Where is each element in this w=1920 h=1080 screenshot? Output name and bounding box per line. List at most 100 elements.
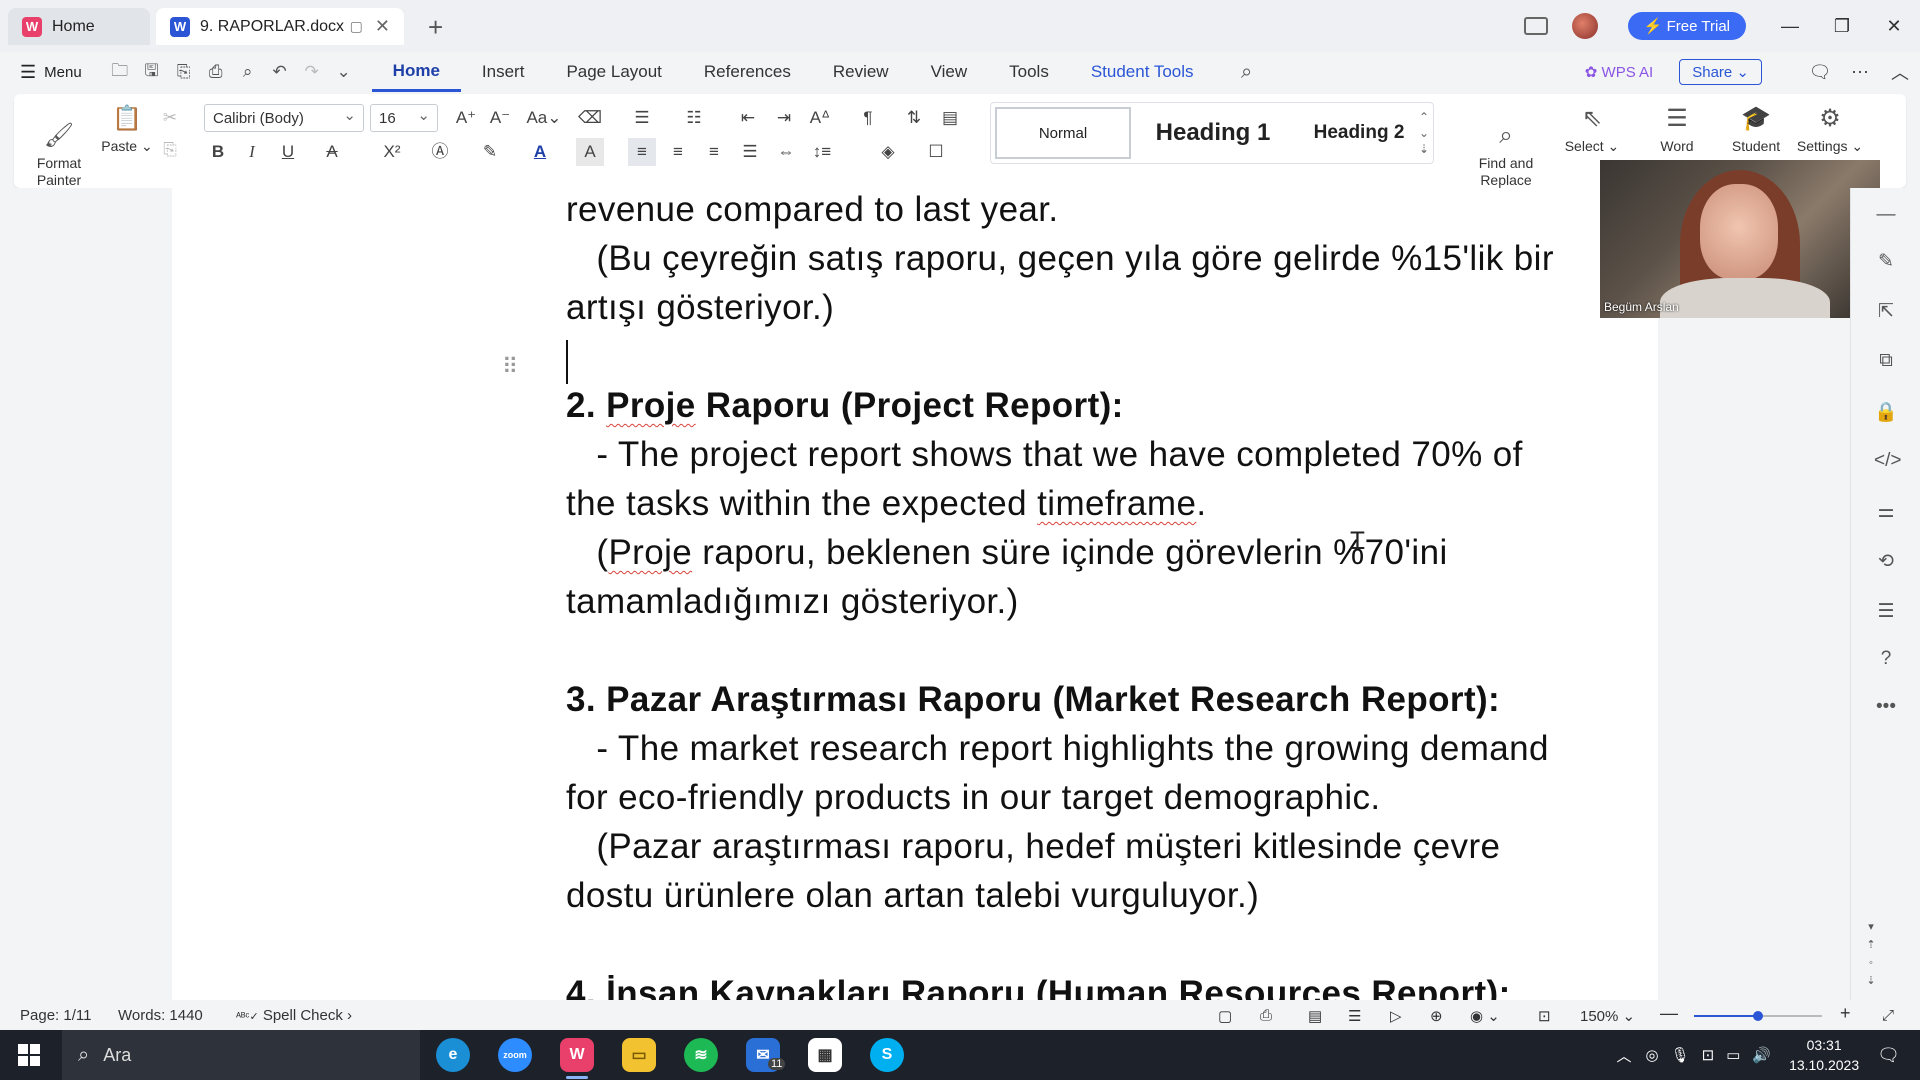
windows-start-icon[interactable] <box>18 1044 40 1066</box>
line-spacing-icon[interactable]: ↕≡ <box>808 138 836 166</box>
more-icon[interactable]: ••• <box>1874 696 1898 720</box>
search-icon[interactable]: ⌕ <box>1231 61 1263 84</box>
tab-tools[interactable]: Tools <box>988 52 1070 92</box>
student-button[interactable]: 🎓 Student <box>1718 104 1794 155</box>
new-tab-icon[interactable]: + <box>428 12 443 43</box>
comment-icon[interactable]: 🗨 <box>1800 62 1840 83</box>
chevron-up-icon[interactable]: ︿ <box>1616 1045 1631 1066</box>
close-tab-icon[interactable]: ✕ <box>375 16 390 37</box>
align-center-icon[interactable]: ≡ <box>664 138 692 166</box>
sliders-icon[interactable]: ⚌ <box>1874 500 1898 524</box>
italic-icon[interactable]: I <box>238 138 266 166</box>
document-page[interactable]: revenue compared to last year. (Bu çeyre… <box>172 188 1658 1000</box>
close-window-icon[interactable]: ✕ <box>1868 16 1920 37</box>
collapse-ribbon-icon[interactable]: ︿ <box>1880 59 1920 85</box>
tab-student-tools[interactable]: Student Tools <box>1070 52 1215 92</box>
tab-insert[interactable]: Insert <box>461 52 546 92</box>
volume-icon[interactable]: 🔊 <box>1752 1046 1771 1064</box>
camera-icon[interactable]: ◎ <box>1645 1046 1658 1064</box>
notifications-icon[interactable]: 🗨 <box>1877 1045 1900 1066</box>
edge-icon[interactable]: e <box>436 1038 470 1072</box>
style-heading-2[interactable]: Heading 2 <box>1291 107 1427 159</box>
network-icon[interactable]: ⊡ <box>1702 1046 1715 1064</box>
align-left-icon[interactable]: ≡ <box>628 138 656 166</box>
print-icon[interactable]: ⎙ <box>200 62 232 82</box>
tab-view[interactable]: View <box>910 52 989 92</box>
layout-icon[interactable] <box>1523 17 1548 35</box>
table-lines-icon[interactable]: ▤ <box>936 104 964 132</box>
microphone-icon[interactable]: 🎙 <box>1671 1046 1690 1064</box>
drag-handle-icon[interactable]: ⠿ <box>502 354 518 380</box>
font-name-select[interactable]: Calibri (Body) <box>204 104 364 132</box>
borders-icon[interactable]: ☐ <box>922 138 950 166</box>
menu-button[interactable]: ☰ Menu <box>20 62 82 83</box>
style-heading-1[interactable]: Heading 1 <box>1137 107 1289 159</box>
chevron-down-icon[interactable]: ⌄ <box>328 62 360 82</box>
minimize-icon[interactable]: — <box>1764 16 1816 37</box>
page-indicator[interactable]: Page: 1/11 <box>20 1007 91 1024</box>
tab-page-layout[interactable]: Page Layout <box>545 52 682 92</box>
shading-icon[interactable]: ◈ <box>874 138 902 166</box>
outline-icon[interactable]: ☰ <box>1874 600 1898 624</box>
spotify-icon[interactable]: ≋ <box>684 1038 718 1072</box>
spell-check-button[interactable]: ᴬᴮᶜ✓ Spell Check › <box>236 1007 352 1024</box>
tab-home-ribbon[interactable]: Home <box>371 52 461 92</box>
zoom-slider[interactable] <box>1694 1011 1822 1021</box>
settings-button[interactable]: ⚙ Settings ⌄ <box>1790 104 1870 155</box>
help-icon[interactable]: ? <box>1874 648 1898 672</box>
wps-ai-button[interactable]: ✿ WPS AI <box>1585 63 1653 81</box>
clear-format-icon[interactable]: ⌫ <box>576 104 604 132</box>
share-button[interactable]: Share ⌄ <box>1679 59 1762 85</box>
font-size-select[interactable]: 16 <box>370 104 438 132</box>
paragraph-mark-icon[interactable]: ¶ <box>854 104 882 132</box>
open-folder-icon[interactable]: 🗀 <box>104 58 136 87</box>
tab-home[interactable]: W Home <box>8 8 150 45</box>
pen-icon[interactable]: ✎ <box>1874 250 1898 274</box>
restore-icon[interactable]: ❐ <box>1816 16 1868 37</box>
fullscreen-icon[interactable]: ⤢ <box>1882 1007 1894 1024</box>
wps-office-icon[interactable]: W <box>560 1038 594 1072</box>
grow-font-icon[interactable]: A⁺ <box>452 104 480 132</box>
taskbar-search[interactable]: ⌕ Ara <box>62 1030 420 1080</box>
window-icon[interactable]: ▢ <box>350 18 363 35</box>
code-icon[interactable]: </> <box>1874 450 1901 474</box>
print-preview-icon[interactable]: ⌕ <box>232 62 264 82</box>
redo-icon[interactable]: ↷ <box>296 62 328 82</box>
change-case-icon[interactable]: Aa⌄ <box>524 104 564 132</box>
read-mode-icon[interactable]: ▢ <box>1218 1007 1232 1025</box>
decrease-indent-icon[interactable]: ⇤ <box>734 104 762 132</box>
strikethrough-icon[interactable]: A <box>318 138 346 166</box>
history-icon[interactable]: ⟲ <box>1874 550 1898 574</box>
align-right-icon[interactable]: ≡ <box>700 138 728 166</box>
word-count[interactable]: Words: 1440 <box>118 1007 203 1024</box>
store-icon[interactable]: ▦ <box>808 1038 842 1072</box>
page-mode-icon[interactable]: ⎙ <box>1260 1007 1272 1024</box>
underline-icon[interactable]: U <box>274 138 302 166</box>
select-tool-icon[interactable]: ⇱ <box>1874 300 1898 324</box>
increase-indent-icon[interactable]: ⇥ <box>770 104 798 132</box>
tab-document[interactable]: W 9. RAPORLAR.docx ▢ ✕ <box>156 8 404 45</box>
eye-protection-icon[interactable]: ◉ ⌄ <box>1470 1007 1500 1025</box>
shrink-font-icon[interactable]: A⁻ <box>486 104 514 132</box>
lock-icon[interactable]: 🔒 <box>1874 400 1898 424</box>
text-direction-icon[interactable]: Aᐞ <box>806 104 834 132</box>
format-painter-button[interactable]: 🖌 Format Painter <box>24 104 94 189</box>
bold-icon[interactable]: B <box>204 138 232 166</box>
tab-review[interactable]: Review <box>812 52 910 92</box>
styles-scroll-icon[interactable]: ⌃ ⌄ ⇣ <box>1419 109 1429 157</box>
scroll-controls-icon[interactable]: ▾ ⇡ ◦ ⇣ <box>1861 918 1881 987</box>
zoom-in-icon[interactable]: + <box>1840 1003 1851 1024</box>
battery-icon[interactable]: ▭ <box>1726 1046 1740 1064</box>
distributed-icon[interactable]: ⇔ <box>772 138 800 166</box>
zoom-out-icon[interactable]: — <box>1660 1003 1678 1024</box>
more-options-icon[interactable]: ⋯ <box>1840 62 1880 83</box>
zoom-level[interactable]: 150% ⌄ <box>1580 1007 1635 1025</box>
copy-icon[interactable]: ⎘ <box>156 136 184 164</box>
minus-icon[interactable]: — <box>1874 204 1898 228</box>
justify-icon[interactable]: ☰ <box>736 138 764 166</box>
font-color-icon[interactable]: A <box>526 138 554 166</box>
video-call-thumbnail[interactable]: Begüm Arslan <box>1600 160 1880 318</box>
character-shading-icon[interactable]: A <box>576 138 604 166</box>
copy-panel-icon[interactable]: ⧉ <box>1874 350 1898 374</box>
avatar[interactable] <box>1571 13 1598 39</box>
